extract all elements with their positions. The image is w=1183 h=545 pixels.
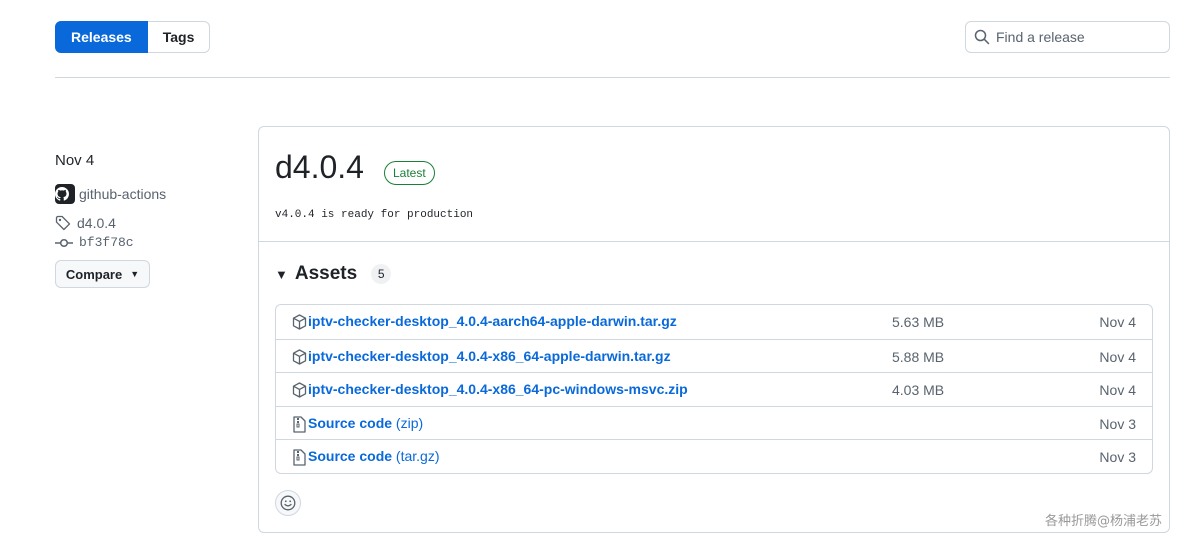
- watermark: 各种折腾@杨浦老苏: [1044, 514, 1162, 529]
- package-icon: [292, 382, 307, 398]
- release-commit[interactable]: bf3f78c: [55, 235, 235, 250]
- asset-link[interactable]: iptv-checker-desktop_4.0.4-x86_64-pc-win…: [308, 381, 688, 397]
- file-zip-icon: [293, 449, 306, 466]
- asset-name[interactable]: iptv-checker-desktop_4.0.4-x86_64-apple-…: [308, 348, 671, 364]
- asset-suffix[interactable]: (zip): [392, 415, 423, 431]
- compare-label: Compare: [65, 266, 123, 282]
- search-icon: [974, 29, 990, 45]
- asset-date: Nov 3: [1099, 449, 1136, 465]
- asset-row: Source code (tar.gz) Nov 3: [276, 439, 1152, 473]
- commit-hash[interactable]: bf3f78c: [79, 235, 134, 250]
- header-divider: [55, 77, 1170, 78]
- file-zip-icon: [293, 415, 306, 433]
- chevron-down-icon: ▼: [130, 269, 140, 279]
- release-title[interactable]: d4.0.4: [275, 149, 364, 186]
- smiley-icon: [280, 495, 296, 511]
- assets-toggle[interactable]: ▼ Assets 5: [275, 263, 392, 285]
- release-card: d4.0.4 Latest v4.0.4 is ready for produc…: [258, 126, 1170, 533]
- git-commit-icon: [55, 238, 73, 247]
- asset-link[interactable]: Source code (tar.gz): [308, 448, 440, 464]
- asset-row: iptv-checker-desktop_4.0.4-aarch64-apple…: [276, 305, 1152, 339]
- asset-name[interactable]: Source code: [308, 448, 392, 464]
- release-meta: Nov 4 github-actions d4.0.4 bf3f78c Comp…: [55, 152, 235, 288]
- tags-tab[interactable]: Tags: [147, 21, 211, 53]
- github-icon: [55, 187, 69, 201]
- asset-name[interactable]: Source code: [308, 415, 392, 431]
- asset-link[interactable]: iptv-checker-desktop_4.0.4-x86_64-apple-…: [308, 348, 671, 364]
- asset-date: Nov 4: [1099, 314, 1136, 330]
- search-input[interactable]: [996, 29, 1156, 45]
- asset-row: Source code (zip) Nov 3: [276, 405, 1152, 440]
- add-reaction-button[interactable]: [275, 490, 301, 516]
- asset-date: Nov 4: [1099, 382, 1136, 398]
- asset-row: iptv-checker-desktop_4.0.4-x86_64-apple-…: [276, 338, 1152, 373]
- asset-date: Nov 3: [1099, 415, 1136, 432]
- release-date: Nov 4: [55, 152, 95, 169]
- release-author[interactable]: github-actions: [55, 184, 235, 204]
- asset-row: iptv-checker-desktop_4.0.4-x86_64-pc-win…: [276, 372, 1152, 406]
- triangle-down-icon: ▼: [275, 266, 288, 282]
- assets-list: iptv-checker-desktop_4.0.4-aarch64-apple…: [275, 304, 1153, 474]
- releases-page: Releases Tags Nov 4 github-actions d4.0.…: [0, 0, 1183, 545]
- find-release-search[interactable]: [965, 21, 1170, 53]
- release-notes: v4.0.4 is ready for production: [275, 209, 474, 221]
- asset-suffix[interactable]: (tar.gz): [392, 448, 440, 464]
- asset-size: 5.63 MB: [892, 314, 945, 330]
- asset-link[interactable]: iptv-checker-desktop_4.0.4-aarch64-apple…: [308, 313, 677, 329]
- tag-icon: [55, 215, 71, 231]
- tag-name[interactable]: d4.0.4: [77, 215, 116, 231]
- author-name[interactable]: github-actions: [79, 186, 166, 202]
- card-divider: [259, 241, 1169, 242]
- avatar[interactable]: [55, 184, 75, 204]
- asset-link[interactable]: Source code (zip): [308, 415, 423, 431]
- assets-count-badge: 5: [371, 264, 392, 284]
- asset-name[interactable]: iptv-checker-desktop_4.0.4-x86_64-pc-win…: [308, 381, 688, 397]
- asset-name[interactable]: iptv-checker-desktop_4.0.4-aarch64-apple…: [308, 313, 677, 329]
- release-tag[interactable]: d4.0.4: [55, 215, 235, 231]
- releases-tab[interactable]: Releases: [55, 21, 148, 53]
- releases-tags-switch: Releases Tags: [55, 21, 211, 53]
- package-icon: [292, 348, 307, 365]
- asset-date: Nov 4: [1099, 348, 1136, 365]
- package-icon: [292, 314, 307, 330]
- asset-size: 4.03 MB: [892, 382, 945, 398]
- asset-size: 5.88 MB: [892, 348, 945, 365]
- assets-title: Assets: [294, 263, 358, 284]
- latest-badge: Latest: [384, 161, 435, 185]
- compare-button[interactable]: Compare ▼: [55, 260, 150, 288]
